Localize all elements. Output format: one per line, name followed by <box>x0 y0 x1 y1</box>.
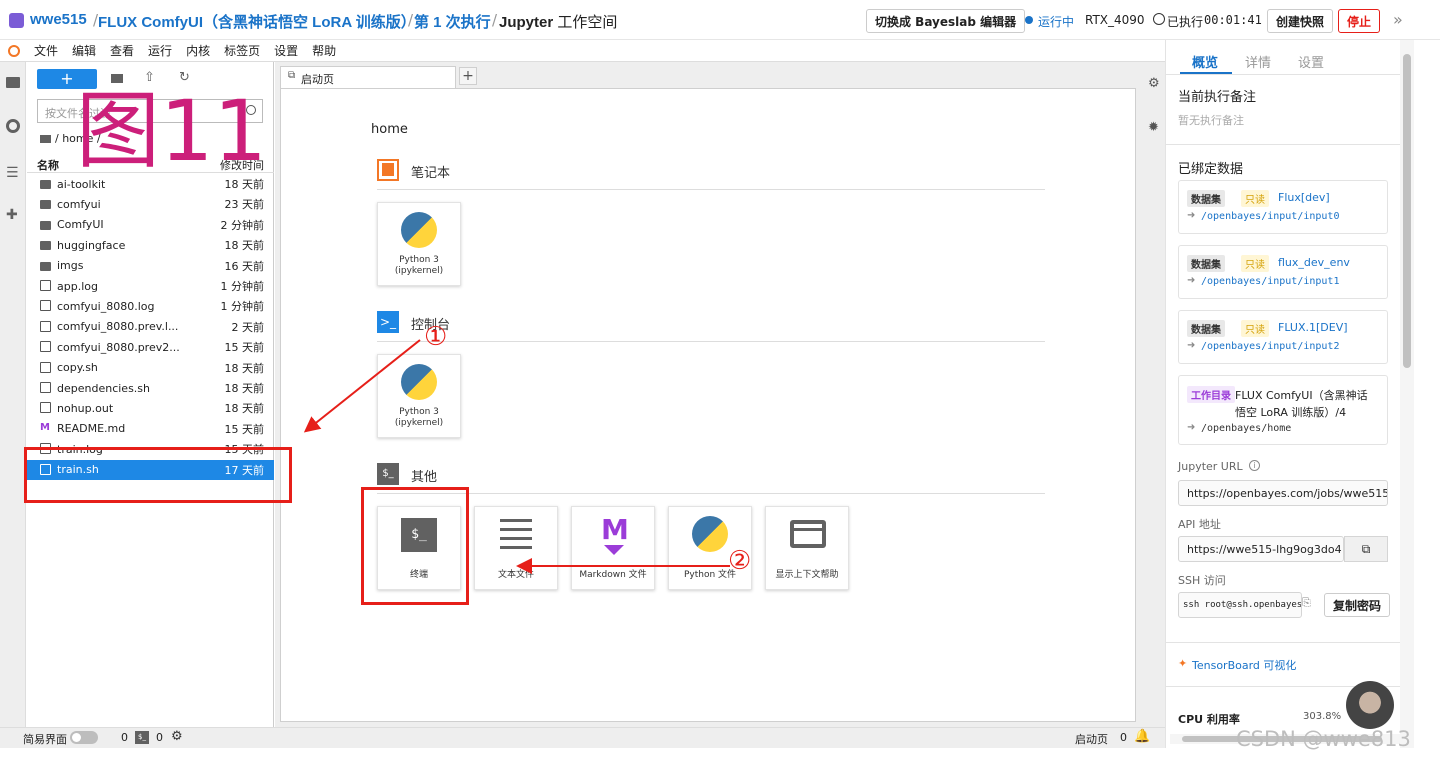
annotation-arrows <box>303 339 730 574</box>
arrow-to-train-sh <box>303 339 421 433</box>
csdn-watermark: CSDN @wwe813 <box>1236 727 1411 751</box>
